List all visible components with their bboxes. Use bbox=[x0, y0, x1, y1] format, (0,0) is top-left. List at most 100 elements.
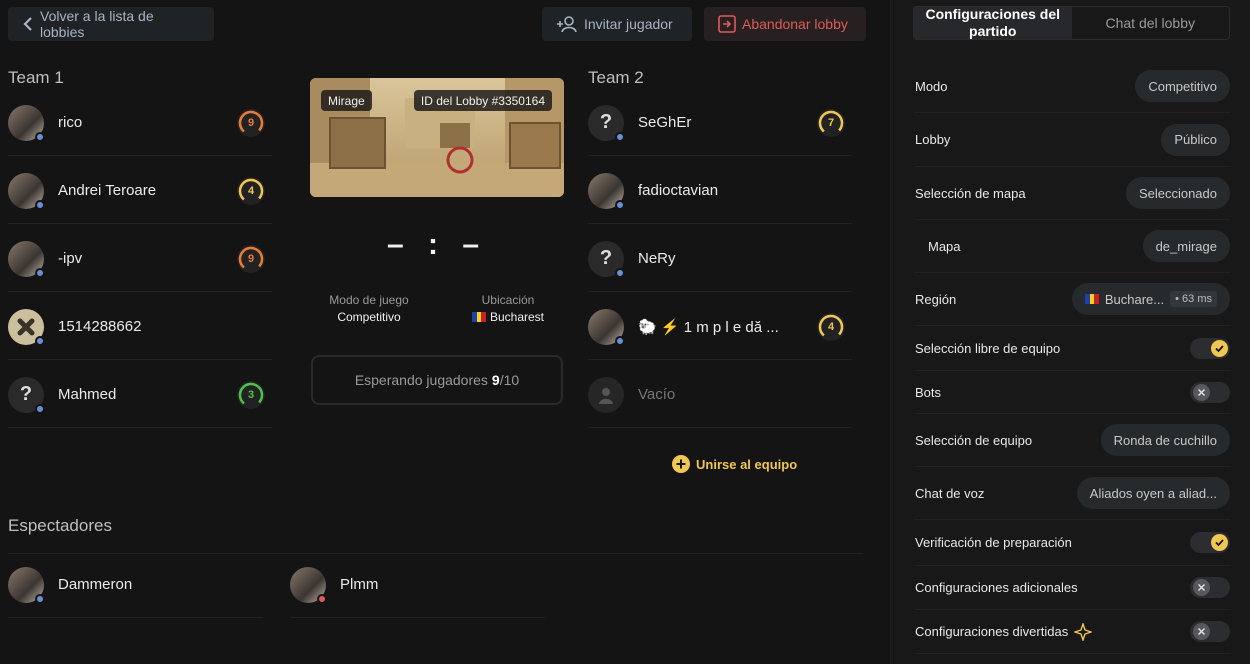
invite-player-button[interactable]: Invitar jugador bbox=[542, 7, 692, 41]
exit-icon bbox=[718, 15, 736, 33]
avatar bbox=[588, 376, 624, 413]
player-name: rico bbox=[58, 114, 83, 131]
status-dot bbox=[615, 267, 625, 278]
setting-label-text: Lobby bbox=[915, 132, 951, 147]
setting-value-select[interactable]: de_mirage bbox=[1142, 230, 1230, 262]
spectator-row[interactable]: Plmm bbox=[290, 552, 545, 618]
setting-label: Selección libre de equipo bbox=[915, 341, 1060, 356]
location-label: Ubicación bbox=[481, 293, 535, 307]
skill-level-value: 4 bbox=[827, 320, 835, 333]
map-name-tag: Mirage bbox=[321, 90, 372, 111]
setting-value-select[interactable]: Aliados oyen a aliad... bbox=[1076, 477, 1230, 509]
add-user-icon bbox=[557, 16, 577, 33]
leave-lobby-button[interactable]: Abandonar lobby bbox=[704, 7, 866, 41]
setting-value: Seleccionado bbox=[1138, 185, 1217, 201]
skill-level-value: 9 bbox=[247, 116, 255, 129]
setting-label: Lobby bbox=[915, 132, 950, 147]
setting-label: Bots bbox=[915, 385, 941, 400]
region-select[interactable]: Buchare... • 63 ms bbox=[1072, 283, 1230, 315]
status-dot bbox=[35, 199, 45, 210]
player-row[interactable]: fadioctavian bbox=[588, 158, 852, 224]
setting-value: Aliados oyen a aliad... bbox=[1089, 485, 1217, 501]
skill-level-badge: 4 bbox=[816, 312, 846, 342]
setting-row: Selección de equipo Ronda de cuchillo bbox=[915, 414, 1230, 467]
waiting-players-box: Esperando jugadores 9 /10 bbox=[311, 355, 563, 405]
player-row[interactable]: 1514288662 bbox=[8, 294, 272, 360]
close-icon bbox=[1197, 583, 1206, 592]
panel-tabs: Configuraciones del partido Chat del lob… bbox=[913, 6, 1230, 40]
setting-toggle[interactable] bbox=[1190, 621, 1230, 642]
setting-label-text: Selección de mapa bbox=[915, 185, 1026, 201]
setting-label-text: Configuraciones divertidas bbox=[915, 624, 1069, 639]
sparkle-icon bbox=[1074, 622, 1093, 641]
setting-label-text: Mapa bbox=[928, 238, 961, 254]
skill-level-value: 4 bbox=[247, 184, 255, 197]
setting-value-select[interactable]: Ronda de cuchillo bbox=[1100, 424, 1230, 456]
tab-lobby-chat[interactable]: Chat del lobby bbox=[1072, 7, 1230, 39]
setting-label: Chat de voz bbox=[915, 486, 984, 501]
waiting-text: Esperando jugadores bbox=[354, 372, 488, 388]
setting-toggle[interactable] bbox=[1190, 337, 1230, 359]
waiting-current: 9 bbox=[491, 372, 500, 388]
player-row[interactable]: -ipv 9 bbox=[8, 226, 272, 292]
avatar bbox=[8, 240, 45, 278]
setting-label: Verificación de preparación bbox=[915, 535, 1072, 550]
player-row[interactable]: ? SeGhEr 7 bbox=[588, 90, 852, 156]
player-row[interactable]: Vacío bbox=[588, 362, 852, 428]
setting-label-text: Configuraciones adicionales bbox=[915, 580, 1078, 595]
spectators-title: Espectadores bbox=[8, 516, 112, 535]
setting-label-text: Verificación de preparación bbox=[915, 535, 1072, 550]
spectator-row[interactable]: Dammeron bbox=[8, 552, 263, 618]
setting-label: Mapa bbox=[928, 239, 961, 254]
back-label: Volver a la lista de lobbies bbox=[40, 8, 154, 40]
skill-level-badge: 7 bbox=[816, 108, 846, 138]
skill-level-value: 3 bbox=[247, 388, 255, 401]
player-row[interactable]: Andrei Teroare 4 bbox=[8, 158, 272, 224]
back-button[interactable]: Volver a la lista de lobbies bbox=[8, 7, 214, 41]
setting-label: Región bbox=[915, 292, 956, 307]
setting-label: Configuraciones divertidas bbox=[915, 622, 1093, 641]
mode-value: Competitivo bbox=[318, 310, 420, 324]
toggle-knob bbox=[1193, 383, 1210, 401]
setting-value: de_mirage bbox=[1155, 238, 1217, 254]
invite-label: Invitar jugador bbox=[584, 16, 673, 32]
setting-toggle[interactable] bbox=[1190, 577, 1230, 598]
setting-value-select[interactable]: Público bbox=[1161, 123, 1230, 156]
setting-row: Región Buchare... • 63 ms bbox=[915, 273, 1230, 326]
player-name: Andrei Teroare bbox=[58, 182, 157, 199]
leave-label: Abandonar lobby bbox=[742, 16, 848, 32]
join-team-button[interactable]: Unirse al equipo bbox=[672, 455, 797, 473]
setting-label-text: Selección de equipo bbox=[915, 432, 1033, 448]
setting-toggle[interactable] bbox=[1190, 381, 1230, 403]
skill-level-badge: 4 bbox=[236, 176, 266, 206]
status-dot bbox=[317, 593, 327, 604]
avatar bbox=[290, 566, 327, 604]
skill-level-value: 7 bbox=[827, 116, 835, 129]
toggle-knob bbox=[1193, 579, 1210, 596]
avatar bbox=[8, 104, 45, 142]
team1-title: Team 1 bbox=[8, 68, 64, 87]
avatar bbox=[588, 308, 625, 346]
player-row[interactable]: 🐑 ⚡ 1 m p l e dă ... 4 bbox=[588, 294, 852, 360]
status-dot bbox=[35, 335, 45, 346]
setting-value-select[interactable]: Seleccionado bbox=[1125, 177, 1230, 209]
setting-toggle[interactable] bbox=[1190, 532, 1230, 553]
status-dot bbox=[615, 199, 625, 210]
toggle-knob bbox=[1211, 534, 1228, 551]
chevron-left-icon bbox=[23, 17, 32, 31]
setting-value-select[interactable]: Competitivo bbox=[1135, 70, 1230, 102]
player-row[interactable]: ? NeRy bbox=[588, 226, 852, 292]
setting-value: Competitivo bbox=[1148, 78, 1217, 94]
player-row[interactable]: rico 9 bbox=[8, 90, 272, 156]
avatar bbox=[588, 172, 625, 210]
skill-level-value: 9 bbox=[247, 252, 255, 265]
setting-row: Chat de voz Aliados oyen a aliad... bbox=[915, 467, 1230, 520]
status-dot bbox=[615, 335, 625, 346]
empty-slot-icon bbox=[588, 376, 624, 413]
team2-title: Team 2 bbox=[588, 68, 644, 87]
tab-match-settings[interactable]: Configuraciones del partido bbox=[914, 6, 1072, 39]
setting-value: Ronda de cuchillo bbox=[1113, 432, 1217, 448]
player-row[interactable]: ? Mahmed 3 bbox=[8, 362, 272, 428]
setting-row: Configuraciones divertidas bbox=[915, 610, 1230, 654]
mode-value-text: Competitivo bbox=[337, 310, 401, 324]
